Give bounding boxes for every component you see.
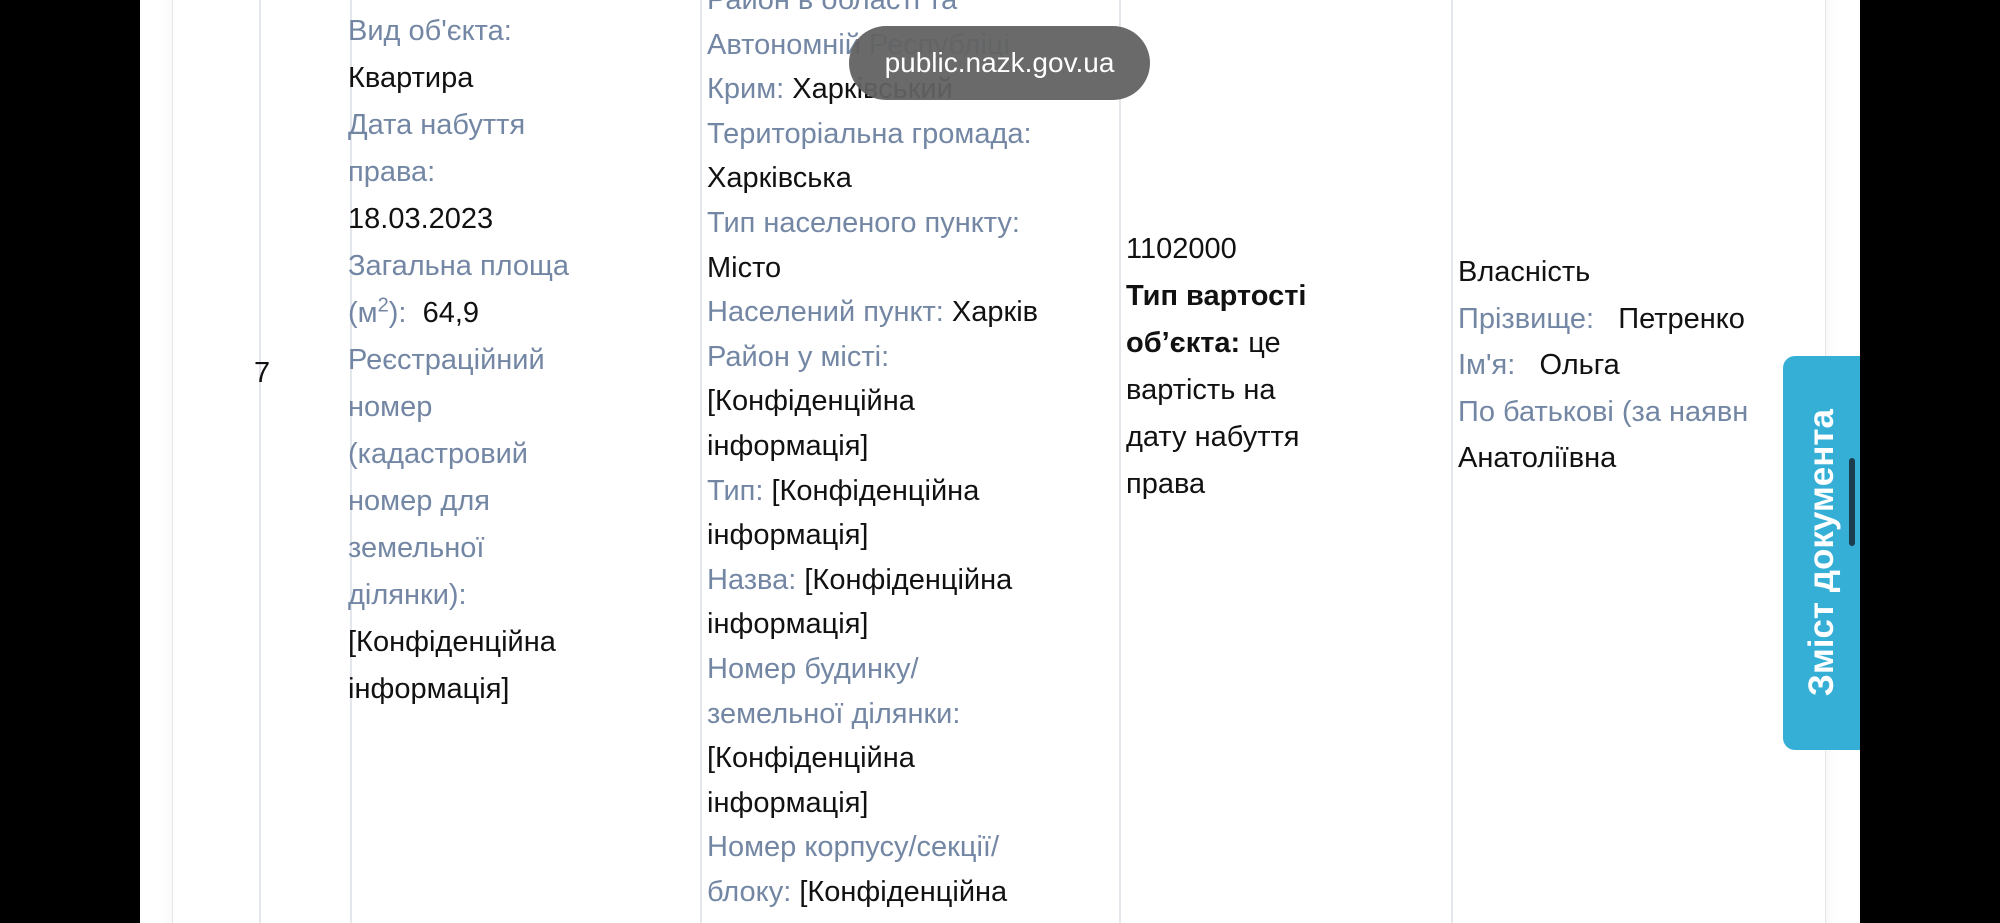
reg-number-label: (кадастровий: [348, 438, 529, 470]
value-type-label: об’єкта:: [1126, 327, 1241, 359]
street-name-label: Назва:: [707, 563, 797, 596]
total-area-value: 64,9: [422, 297, 480, 329]
city-district-value: [Конфіденційна: [707, 385, 915, 418]
patronymic-value: Анатоліївна: [1458, 442, 1617, 474]
house-number-value: інформація]: [707, 786, 869, 819]
total-area-row: (м2): 64,9: [348, 290, 658, 337]
url-pill[interactable]: public.nazk.gov.ua: [849, 26, 1150, 100]
street-type-row: Тип: [Конфіденційна: [707, 469, 1087, 514]
name-label: Ім'я:: [1458, 349, 1516, 381]
value-type-value: права: [1126, 468, 1206, 500]
address-cell: Район в області та Автономній Республіці…: [707, 0, 1087, 923]
value-type-value: вартість на: [1126, 374, 1276, 406]
value-type-label: Тип вартості: [1126, 280, 1307, 312]
block-number-row: блоку: [Конфіденційна: [707, 875, 1008, 908]
street-name-value: [Конфіденційна: [804, 563, 1013, 596]
total-area-label: Загальна площа: [348, 250, 570, 282]
ownership-type: Власність: [1458, 256, 1591, 288]
object-type-value: Квартира: [348, 62, 474, 94]
reg-number-label: номер для: [348, 485, 490, 517]
house-number-label: Номер будинку/: [707, 652, 919, 685]
street-type-label: Тип:: [707, 474, 764, 507]
settlement-value: Харків: [951, 296, 1039, 329]
value-type-row: об’єкта: це: [1126, 320, 1406, 367]
reg-number-label: ділянки):: [348, 579, 467, 611]
column-divider: [259, 0, 261, 923]
patronymic-label: По батькові (за наявн: [1458, 395, 1749, 428]
scrollbar-thumb[interactable]: [1849, 458, 1855, 546]
reg-number-label: земельної: [348, 532, 485, 564]
row-number: 7: [254, 357, 271, 389]
block-number-value: інформація]: [707, 914, 1087, 923]
block-number-label: Номер корпусу/секції/: [707, 831, 1000, 864]
acquisition-date-label: права:: [348, 156, 436, 188]
surname-label: Прізвище:: [1458, 302, 1595, 335]
value-type-value: це: [1248, 327, 1281, 359]
settlement-type-value: Місто: [707, 251, 782, 284]
object-value-amount: 1102000: [1126, 233, 1237, 265]
city-district-label: Район у місті:: [707, 340, 890, 373]
street-type-value: [Конфіденційна: [771, 474, 980, 507]
reg-number-label: номер: [348, 391, 433, 423]
settlement-row: Населений пункт: Харків: [707, 290, 1087, 335]
community-label: Територіальна громада:: [707, 117, 1032, 150]
house-number-label: земельної ділянки:: [707, 697, 961, 730]
settlement-type-label: Тип населеного пункту:: [707, 206, 1020, 239]
value-cell: 1102000 Тип вартості об’єкта: це вартіст…: [1126, 226, 1406, 508]
column-divider: [1451, 0, 1453, 923]
community-value: Харківська: [707, 162, 852, 195]
street-name-value: інформація]: [707, 608, 869, 641]
total-area-unit: (м2):: [348, 294, 407, 329]
toc-tab-label: Зміст документа: [1801, 409, 1841, 697]
declaration-page: 7 Вид об'єкта: Квартира Дата набуття пра…: [140, 0, 1860, 923]
acquisition-date-label: Дата набуття: [348, 109, 526, 141]
reg-number-value: [Конфіденційна: [348, 626, 556, 658]
name-row: Ім'я: Ольга: [1458, 342, 1838, 389]
name-value: Ольга: [1539, 349, 1620, 381]
value-type-value: дату набуття: [1126, 421, 1300, 453]
column-divider: [1119, 0, 1121, 923]
object-type-label: Вид об'єкта:: [348, 15, 512, 47]
surname-row: Прізвище: Петренко: [1458, 296, 1838, 343]
block-number-value: [Конфіденційна: [799, 875, 1008, 908]
street-type-value: інформація]: [707, 519, 869, 552]
object-cell: Вид об'єкта: Квартира Дата набуття права…: [348, 8, 658, 713]
reg-number-label: Реєстраційний: [348, 344, 545, 376]
owner-cell: Власність Прізвище: Петренко Ім'я: Ольга…: [1458, 249, 1838, 482]
reg-number-value: інформація]: [348, 673, 510, 705]
street-name-row: Назва: [Конфіденційна: [707, 558, 1087, 603]
region-district-label: Район в області та: [707, 0, 958, 16]
city-district-value: інформація]: [707, 429, 869, 462]
column-divider: [700, 0, 702, 923]
surname-value: Петренко: [1618, 302, 1745, 335]
toc-tab-button[interactable]: Зміст документа: [1783, 356, 1860, 750]
house-number-value: [Конфіденційна: [707, 742, 915, 775]
settlement-label: Населений пункт:: [707, 296, 944, 329]
acquisition-date-value: 18.03.2023: [348, 203, 494, 235]
